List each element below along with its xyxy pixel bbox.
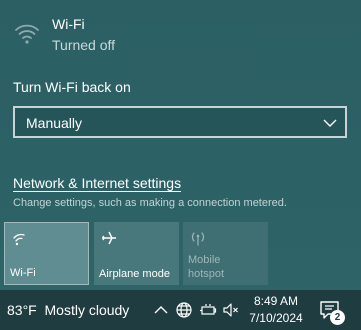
airplane-tile-label: Airplane mode xyxy=(99,268,170,280)
battery-plug-icon[interactable] xyxy=(199,301,217,319)
wifi-subtitle: Turned off xyxy=(52,37,116,53)
wifi-off-icon xyxy=(15,24,39,44)
chevron-up-icon[interactable] xyxy=(152,301,170,319)
chevron-down-icon xyxy=(323,119,337,127)
network-settings-link[interactable]: Network & Internet settings xyxy=(13,175,181,191)
mobile-hotspot-tile[interactable]: Mobile hotspot xyxy=(183,222,268,285)
notification-count-badge: 2 xyxy=(330,310,345,325)
taskbar: 83°F Mostly cloudy 8:49 AM 7/10/2024 2 xyxy=(0,290,361,330)
speaker-muted-icon[interactable] xyxy=(222,301,240,319)
mobile-hotspot-icon xyxy=(191,232,205,246)
hotspot-tile-label: Mobile hotspot xyxy=(188,253,224,281)
airplane-mode-tile[interactable]: Airplane mode xyxy=(94,222,179,285)
clock-time[interactable]: 8:49 AM xyxy=(250,294,302,308)
turn-back-on-label: Turn Wi-Fi back on xyxy=(13,79,131,95)
network-flyout: Wi-Fi Turned off Turn Wi-Fi back on Manu… xyxy=(0,0,361,290)
wifi-tile-label: Wi-Fi xyxy=(10,267,36,279)
clock-date[interactable]: 7/10/2024 xyxy=(247,311,305,325)
airplane-icon xyxy=(102,231,116,245)
network-settings-description: Change settings, such as making a connec… xyxy=(13,197,287,209)
hotspot-tile-label-text: Mobile hotspot xyxy=(188,254,225,280)
wifi-toggle-tile[interactable]: Wi-Fi xyxy=(4,222,89,285)
dropdown-value: Manually xyxy=(26,115,83,131)
wifi-title: Wi-Fi xyxy=(52,16,85,32)
wifi-icon xyxy=(13,233,25,246)
wifi-status: Wi-Fi Turned off xyxy=(14,16,214,56)
weather-widget[interactable]: 83°F Mostly cloudy xyxy=(7,302,129,318)
notification-center-button[interactable]: 2 xyxy=(318,298,345,325)
globe-icon[interactable] xyxy=(175,301,193,319)
turn-back-on-dropdown[interactable]: Manually xyxy=(13,106,347,138)
